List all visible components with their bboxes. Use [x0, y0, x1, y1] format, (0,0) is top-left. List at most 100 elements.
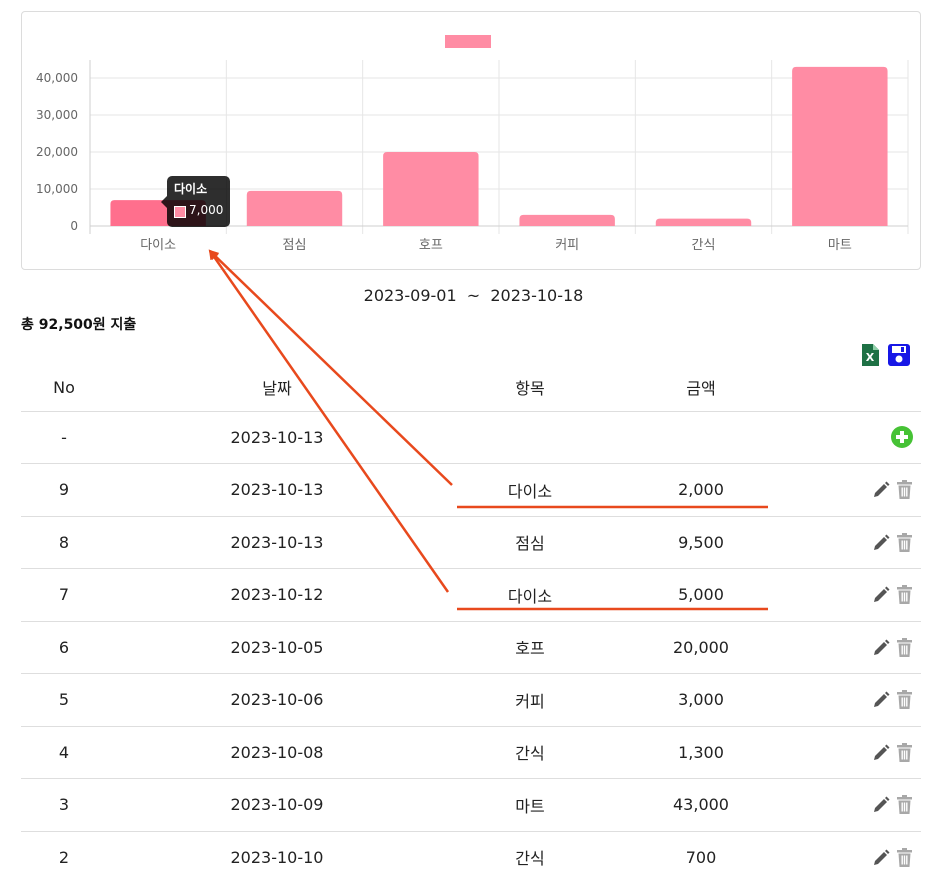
- date-from[interactable]: 2023-09-01: [364, 286, 457, 305]
- pencil-edit-icon[interactable]: [873, 796, 890, 813]
- trash-delete-icon[interactable]: [896, 795, 913, 815]
- row-date: 2023-10-13: [107, 463, 447, 517]
- save-icon[interactable]: [888, 344, 910, 366]
- tooltip-color-swatch: [174, 206, 186, 218]
- row-item: 호프: [447, 621, 613, 674]
- bar: [655, 218, 752, 226]
- row-actions: [789, 778, 921, 832]
- total-suffix: 지출: [110, 317, 137, 333]
- new-row-no: -: [21, 411, 107, 464]
- bar: [383, 152, 479, 226]
- trash-delete-icon[interactable]: [896, 690, 913, 710]
- table-header-row: No 날짜 항목 금액: [21, 364, 921, 412]
- pencil-edit-icon[interactable]: [873, 481, 890, 498]
- row-item: 다이소: [447, 463, 613, 517]
- trash-delete-icon[interactable]: [896, 480, 913, 500]
- tooltip-value: 7,000: [189, 203, 224, 217]
- x-tick-label: 간식: [692, 238, 716, 253]
- bar: [792, 66, 888, 227]
- date-to[interactable]: 2023-10-18: [490, 286, 583, 305]
- row-no: 3: [21, 778, 107, 832]
- header-amount[interactable]: 금액: [613, 364, 789, 412]
- row-no: 5: [21, 673, 107, 727]
- x-tick-label: 호프: [419, 238, 443, 253]
- row-date: 2023-10-05: [107, 621, 447, 674]
- row-date: 2023-10-13: [107, 516, 447, 569]
- total-amount: 92,500원: [38, 317, 106, 333]
- date-range: 2023-09-01 ~ 2023-10-18: [0, 286, 947, 305]
- chart-card: 0 10,000 20,000 30,000 40,000 다이소 점심 호프 커피 간식 마트 다…: [21, 11, 921, 270]
- row-item: 마트: [447, 778, 613, 832]
- row-item: 간식: [447, 831, 613, 876]
- new-row-item[interactable]: [447, 411, 613, 464]
- pencil-edit-icon[interactable]: [873, 744, 890, 761]
- row-amount: 1,300: [613, 726, 789, 779]
- y-tick-label: 20,000: [36, 145, 78, 159]
- row-date: 2023-10-12: [107, 568, 447, 622]
- excel-export-icon[interactable]: X: [861, 344, 879, 366]
- row-amount: 2,000: [613, 463, 789, 517]
- bar: [246, 190, 343, 226]
- row-no: 8: [21, 516, 107, 569]
- pencil-edit-icon[interactable]: [873, 639, 890, 656]
- y-tick-label: 10,000: [36, 182, 78, 196]
- expense-bar-chart: 0 10,000 20,000 30,000 40,000 다이소 점심 호프 커피 간식 마트: [36, 35, 909, 253]
- table-row[interactable]: 7 2023-10-12 다이소 5,000: [21, 568, 921, 622]
- header-item[interactable]: 항목: [447, 364, 613, 412]
- trash-delete-icon[interactable]: [896, 847, 913, 867]
- table-row[interactable]: 9 2023-10-13 다이소 2,000: [21, 463, 921, 517]
- pencil-edit-icon[interactable]: [873, 691, 890, 708]
- y-tick-label: 30,000: [36, 108, 78, 122]
- trash-delete-icon[interactable]: [896, 742, 913, 762]
- date-separator: ~: [466, 286, 481, 305]
- row-actions: [789, 516, 921, 569]
- row-amount: 700: [613, 831, 789, 876]
- y-tick-label: 0: [70, 219, 78, 233]
- x-tick-label: 마트: [828, 238, 852, 253]
- new-row-date[interactable]: 2023-10-13: [107, 411, 447, 464]
- svg-text:X: X: [866, 351, 875, 364]
- row-amount: 5,000: [613, 568, 789, 622]
- table-row[interactable]: 3 2023-10-09 마트 43,000: [21, 778, 921, 832]
- row-no: 9: [21, 463, 107, 517]
- table-row[interactable]: 5 2023-10-06 커피 3,000: [21, 673, 921, 727]
- row-amount: 20,000: [613, 621, 789, 674]
- chart-tooltip: 다이소 7,000: [161, 176, 230, 227]
- row-no: 4: [21, 726, 107, 779]
- row-actions: [789, 621, 921, 674]
- table-row[interactable]: 6 2023-10-05 호프 20,000: [21, 621, 921, 674]
- row-actions: [789, 568, 921, 622]
- row-actions: [789, 726, 921, 779]
- row-actions: [789, 463, 921, 517]
- row-amount: 3,000: [613, 673, 789, 727]
- x-tick-label: 커피: [555, 238, 579, 253]
- row-amount: 9,500: [613, 516, 789, 569]
- legend-swatch: [445, 35, 491, 48]
- x-tick-label: 다이소: [140, 238, 176, 253]
- trash-delete-icon[interactable]: [896, 532, 913, 552]
- header-no[interactable]: No: [21, 364, 107, 412]
- row-amount: 43,000: [613, 778, 789, 832]
- table-row[interactable]: 2 2023-10-10 간식 700: [21, 831, 921, 876]
- new-row-amount[interactable]: [613, 411, 789, 464]
- pencil-edit-icon[interactable]: [873, 586, 890, 603]
- row-item: 커피: [447, 673, 613, 727]
- row-date: 2023-10-10: [107, 831, 447, 876]
- row-item: 다이소: [447, 568, 613, 622]
- header-date[interactable]: 날짜: [107, 364, 447, 412]
- pencil-edit-icon[interactable]: [873, 849, 890, 866]
- new-entry-row: - 2023-10-13: [21, 411, 921, 464]
- table-row[interactable]: 8 2023-10-13 점심 9,500: [21, 516, 921, 569]
- pencil-edit-icon[interactable]: [873, 534, 890, 551]
- expense-table: No 날짜 항목 금액 - 2023-10-13 9 2023-10-13 다이…: [21, 364, 921, 876]
- x-tick-label: 점심: [283, 238, 307, 253]
- trash-delete-icon[interactable]: [896, 637, 913, 657]
- y-tick-label: 40,000: [36, 71, 78, 85]
- trash-delete-icon[interactable]: [896, 585, 913, 605]
- add-circle-icon[interactable]: [891, 426, 913, 449]
- header-actions: [789, 364, 921, 412]
- row-no: 2: [21, 831, 107, 876]
- row-no: 6: [21, 621, 107, 674]
- row-item: 간식: [447, 726, 613, 779]
- table-row[interactable]: 4 2023-10-08 간식 1,300: [21, 726, 921, 779]
